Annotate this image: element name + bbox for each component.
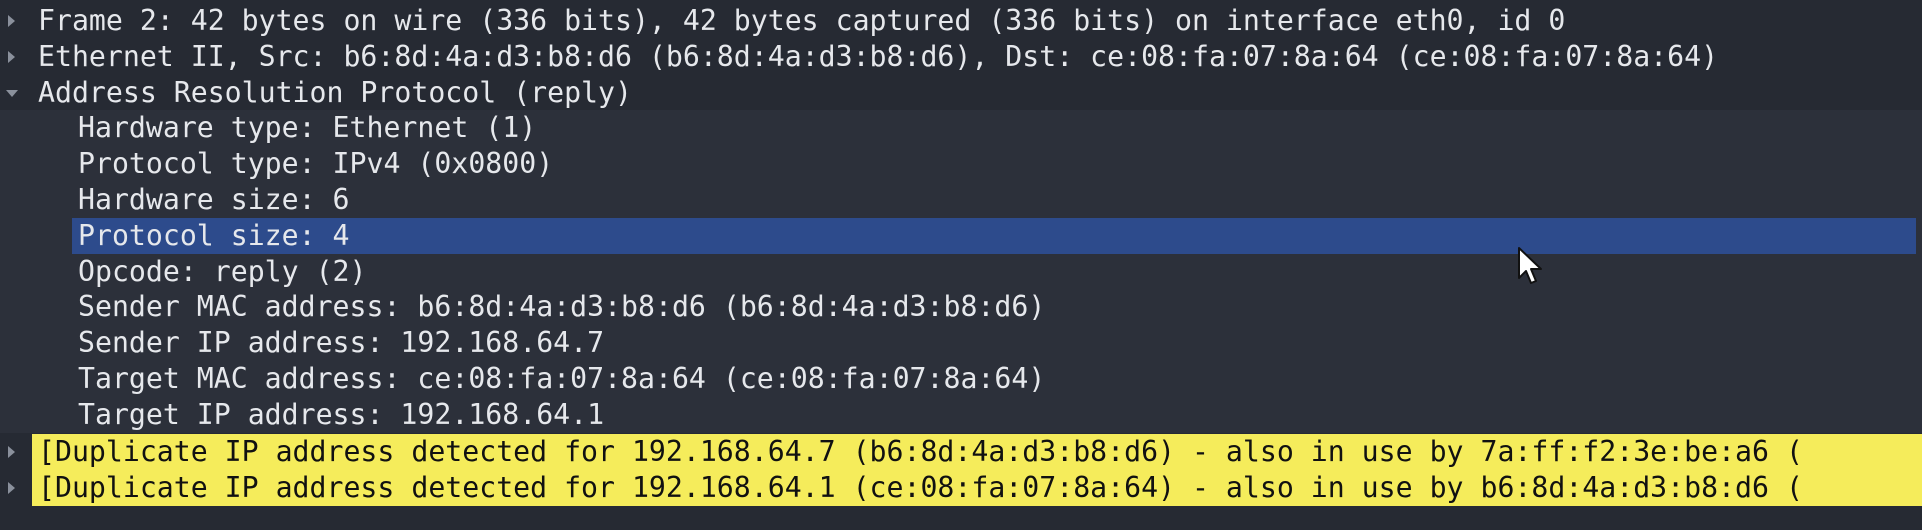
triangle-right-icon[interactable]	[6, 470, 22, 506]
mouse-pointer-icon	[1518, 247, 1542, 284]
tree-row-target-ip[interactable]: Target IP address: 192.168.64.1	[0, 396, 1922, 433]
triangle-right-icon[interactable]	[6, 434, 22, 470]
tree-row-arp[interactable]: Address Resolution Protocol (reply)	[0, 75, 1922, 111]
triangle-right-icon[interactable]	[6, 3, 22, 39]
tree-row-protocol-type[interactable]: Protocol type: IPv4 (0x0800)	[0, 146, 1922, 182]
tree-row-ethernet[interactable]: Ethernet II, Src: b6:8d:4a:d3:b8:d6 (b6:…	[0, 39, 1922, 75]
tree-row-opcode[interactable]: Opcode: reply (2)	[0, 253, 1922, 290]
tree-row-label: Protocol size: 4	[78, 218, 350, 252]
tree-row-protocol-size[interactable]: Protocol size: 4	[0, 217, 1922, 254]
tree-row-hardware-size[interactable]: Hardware size: 6	[0, 182, 1922, 218]
tree-row-label: Protocol type: IPv4 (0x0800)	[78, 147, 554, 181]
tree-row-sender-ip[interactable]: Sender IP address: 192.168.64.7	[0, 325, 1922, 361]
tree-row-label: Ethernet II, Src: b6:8d:4a:d3:b8:d6 (b6:…	[38, 39, 1719, 73]
tree-row-duplicate-ip-warning[interactable]: [Duplicate IP address detected for 192.1…	[0, 470, 1922, 506]
tree-row-label: Target MAC address: ce:08:fa:07:8a:64 (c…	[78, 362, 1046, 395]
tree-row-label: Hardware type: Ethernet (1)	[78, 111, 537, 145]
tree-row-label: Sender IP address: 192.168.64.7	[78, 326, 605, 360]
packet-details-tree: Frame 2: 42 bytes on wire (336 bits), 42…	[0, 0, 1922, 530]
tree-row-label: [Duplicate IP address detected for 192.1…	[38, 435, 1803, 468]
tree-row-label: Target IP address: 192.168.64.1	[78, 397, 605, 431]
tree-row-label: Sender MAC address: b6:8d:4a:d3:b8:d6 (b…	[78, 290, 1046, 324]
triangle-down-icon[interactable]	[6, 75, 22, 111]
triangle-right-icon[interactable]	[6, 39, 22, 75]
tree-row-sender-mac[interactable]: Sender MAC address: b6:8d:4a:d3:b8:d6 (b…	[0, 289, 1922, 326]
tree-row-frame[interactable]: Frame 2: 42 bytes on wire (336 bits), 42…	[0, 3, 1922, 39]
tree-row-hardware-type[interactable]: Hardware type: Ethernet (1)	[0, 110, 1922, 147]
tree-row-label: Opcode: reply (2)	[78, 254, 367, 288]
tree-row-duplicate-ip-warning[interactable]: [Duplicate IP address detected for 192.1…	[0, 434, 1922, 470]
tree-row-label: Hardware size: 6	[78, 183, 350, 216]
tree-row-label: [Duplicate IP address detected for 192.1…	[38, 471, 1803, 504]
tree-row-label: Frame 2: 42 bytes on wire (336 bits), 42…	[38, 4, 1566, 37]
tree-row-label: Address Resolution Protocol (reply)	[38, 75, 632, 109]
tree-row-target-mac[interactable]: Target MAC address: ce:08:fa:07:8a:64 (c…	[0, 361, 1922, 397]
